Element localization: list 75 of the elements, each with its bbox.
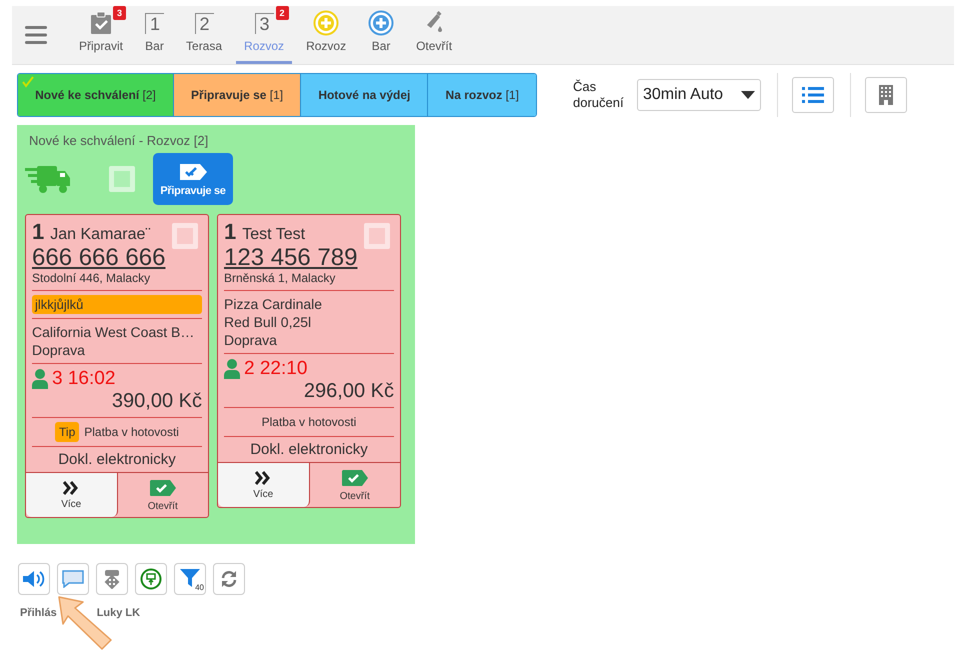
double-chevron-icon: [63, 480, 80, 494]
order-item: Doprava: [224, 331, 278, 349]
receipt-type: Dokl. elektronicky: [57, 451, 177, 470]
toolbar-tab[interactable]: 2 Terasa: [178, 6, 230, 64]
filter-count: 40: [195, 583, 204, 592]
more-button[interactable]: Více: [218, 463, 310, 507]
delivery-time-label: Čas doručení: [573, 79, 625, 111]
order-item: Red Bull 0,25l: [224, 313, 312, 331]
status-tab[interactable]: Nové ke schválení [2]: [18, 74, 174, 116]
chat-icon: [62, 570, 84, 588]
move-icon: [102, 569, 122, 589]
customer-name: Test Test: [242, 226, 306, 244]
guests-time: 2 22:10: [244, 358, 308, 380]
order-checkbox[interactable]: [172, 223, 198, 249]
tag-check-icon: [148, 478, 177, 496]
phone-link[interactable]: 666 666 666: [32, 245, 202, 271]
count-badge: 3: [113, 6, 126, 20]
tool-button[interactable]: [213, 563, 245, 595]
user-name: Luky LK: [96, 607, 140, 619]
toolbar-tab[interactable]: Bar: [360, 6, 402, 64]
order-item: California West Coast B…: [32, 323, 196, 341]
order-item: Doprava: [32, 341, 86, 359]
checkmark-icon: [22, 76, 34, 88]
status-tab[interactable]: Hotové na výdej: [301, 74, 428, 116]
order-item: Pizza Cardinale: [224, 295, 324, 313]
tool-button[interactable]: [18, 563, 50, 595]
select-all-checkbox[interactable]: [109, 166, 135, 192]
phone-link[interactable]: 123 456 789: [224, 245, 394, 271]
customer-name: Jan Kamarae¨: [50, 226, 151, 244]
tool-button[interactable]: 40: [174, 563, 206, 595]
order-price: 390,00 Kč: [110, 390, 202, 413]
speaker-icon: [23, 570, 45, 588]
toolbar-tab[interactable]: 3 Připravit: [71, 6, 132, 64]
refresh-icon: [220, 570, 238, 588]
tag-check-icon: [340, 468, 369, 486]
building-icon: [879, 85, 893, 105]
tip-tag: Tip: [55, 422, 80, 442]
prepare-button[interactable]: Připravuje se: [153, 153, 233, 205]
person-icon: [32, 369, 48, 389]
list-icon: [802, 86, 824, 104]
delivery-time-dropdown[interactable]: 30min Auto: [637, 79, 761, 111]
tool-button[interactable]: [96, 563, 128, 595]
payment-method: Platba v hotovosti: [84, 425, 179, 439]
person-icon: [224, 359, 240, 379]
toolbar-tab[interactable]: 1 Bar: [137, 6, 172, 64]
presentation-icon: [140, 568, 162, 590]
tag-check-icon: [178, 162, 208, 182]
address-text: Brněnská 1, Malacky: [224, 271, 336, 285]
guests-time: 3 16:02: [52, 368, 116, 390]
status-tab[interactable]: Na rozvoz [1]: [428, 74, 536, 116]
order-number: 1: [32, 219, 44, 245]
order-note: jlkkjůjlků: [32, 295, 202, 314]
list-view-button[interactable]: [792, 77, 834, 113]
order-number: 1: [224, 219, 236, 245]
menu-icon[interactable]: [25, 26, 47, 44]
more-button[interactable]: Více: [26, 473, 118, 517]
dropdown-caret-icon: [741, 91, 755, 99]
delivery-truck-icon: [25, 164, 71, 194]
toolbar-tab[interactable]: 3 2 Rozvoz: [236, 6, 292, 64]
receipt-type: Dokl. elektronicky: [249, 441, 369, 460]
clipboard-check-icon: [91, 12, 111, 34]
order-price: 296,00 Kč: [302, 380, 394, 403]
double-chevron-icon: [255, 470, 272, 484]
tool-button[interactable]: [135, 563, 167, 595]
panel-title: Nové ke schválení - Rozvoz [2]: [28, 133, 210, 148]
toolbar-tab[interactable]: Otevřít: [408, 6, 460, 64]
payment-method: Platba v hotovosti: [262, 415, 356, 429]
toolbar-tab[interactable]: Rozvoz: [298, 6, 354, 64]
order-checkbox[interactable]: [364, 223, 390, 249]
grid-view-button[interactable]: [865, 77, 907, 113]
tool-button[interactable]: [57, 563, 89, 595]
address-text: Stodolní 446, Malacky: [32, 271, 152, 285]
login-text: Přihlás: [20, 607, 57, 619]
count-badge: 2: [276, 6, 289, 20]
status-tab[interactable]: Připravuje se [1]: [174, 74, 302, 116]
